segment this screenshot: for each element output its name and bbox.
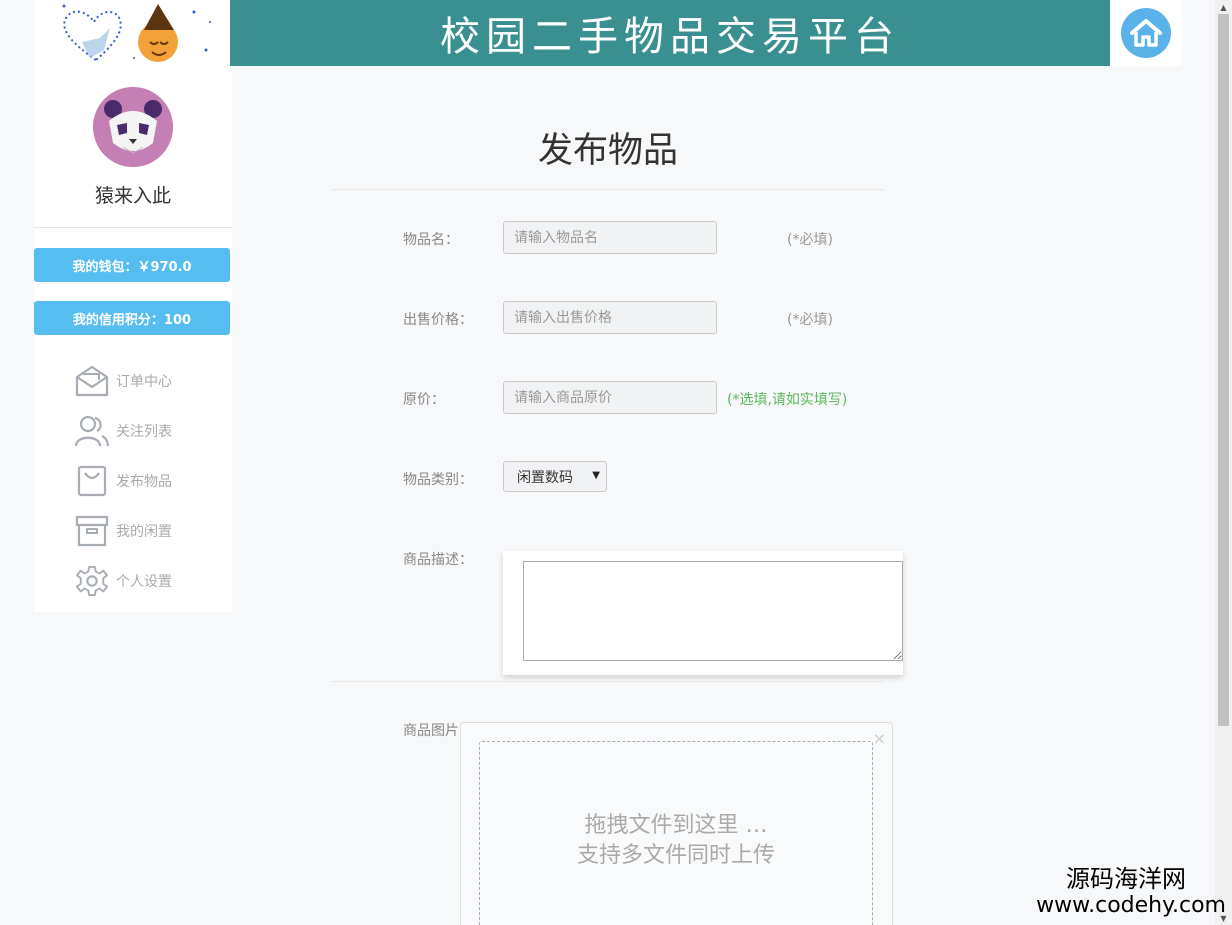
original-price-input[interactable] — [503, 381, 717, 414]
sale-price-input[interactable] — [503, 301, 717, 334]
original-price-label: 原价： — [403, 392, 445, 408]
category-label: 物品类别： — [403, 472, 473, 488]
close-icon[interactable]: × — [873, 729, 886, 748]
original-price-optional-note: (*选填,请如实填写) — [727, 392, 848, 408]
home-area — [1110, 0, 1182, 66]
watermark: 源码海洋网 www.codehy.com — [1036, 865, 1226, 919]
vertical-scrollbar[interactable]: ▲ ▼ — [1215, 0, 1232, 925]
users-icon — [74, 413, 110, 449]
section-divider — [332, 681, 884, 682]
title-divider — [332, 189, 884, 190]
file-drop-zone[interactable]: 拖拽文件到这里 … 支持多文件同时上传 — [479, 741, 873, 925]
envelope-icon — [74, 363, 110, 399]
sidebar-item-label: 个人设置 — [116, 574, 172, 590]
sidebar-item-follow-list[interactable]: 关注列表 — [74, 406, 224, 456]
sidebar-item-label: 我的闲置 — [116, 524, 172, 540]
caret-down-icon: ▼ — [592, 470, 600, 481]
sidebar-menu: 订单中心 关注列表 发布物品 我的闲置 个人设置 — [74, 356, 224, 606]
sale-price-required-note: (*必填) — [787, 312, 833, 328]
shopping-bag-icon — [74, 463, 110, 499]
description-label: 商品描述： — [403, 552, 473, 568]
watermark-name: 源码海洋网 — [1066, 865, 1186, 893]
description-card — [503, 551, 903, 675]
home-icon — [1130, 19, 1162, 47]
sidebar-item-label: 发布物品 — [116, 474, 172, 490]
item-name-input[interactable] — [503, 221, 717, 254]
drop-hint-line1: 拖拽文件到这里 … — [584, 813, 768, 838]
logo — [34, 0, 230, 66]
sidebar-item-settings[interactable]: 个人设置 — [74, 556, 224, 606]
panda-avatar-icon — [93, 87, 173, 167]
drop-hint-line2: 支持多文件同时上传 — [576, 843, 775, 868]
gear-icon — [74, 563, 110, 599]
username: 猿来入此 — [94, 185, 171, 207]
scroll-up-arrow-icon[interactable]: ▲ — [1215, 0, 1232, 14]
archive-box-icon — [74, 513, 110, 549]
site-title: 校园二手物品交易平台 — [440, 14, 900, 60]
item-name-label: 物品名： — [403, 232, 459, 248]
image-upload-box: × 拖拽文件到这里 … 支持多文件同时上传 — [460, 722, 893, 925]
description-textarea[interactable] — [523, 561, 903, 661]
avatar[interactable] — [93, 87, 173, 167]
profile-card: 猿来入此 — [34, 66, 232, 228]
logo-illustration-icon — [62, 4, 211, 62]
sidebar: 猿来入此 我的钱包：￥970.0 我的信用积分：100 订单中心 关注列表 发布… — [34, 66, 232, 612]
sale-price-label: 出售价格： — [403, 312, 473, 328]
scroll-thumb[interactable] — [1218, 14, 1229, 726]
sidebar-item-label: 关注列表 — [116, 424, 172, 440]
sidebar-item-my-idle[interactable]: 我的闲置 — [74, 506, 224, 556]
category-select[interactable]: 闲置数码 ▼ — [503, 461, 607, 492]
wallet-button[interactable]: 我的钱包：￥970.0 — [34, 248, 230, 282]
sidebar-item-label: 订单中心 — [116, 374, 172, 390]
category-selected-value: 闲置数码 — [517, 469, 573, 486]
credit-score-button[interactable]: 我的信用积分：100 — [34, 301, 230, 335]
home-button[interactable] — [1121, 8, 1171, 58]
sidebar-item-orders[interactable]: 订单中心 — [74, 356, 224, 406]
item-name-required-note: (*必填) — [787, 232, 833, 248]
sidebar-item-publish[interactable]: 发布物品 — [74, 456, 224, 506]
watermark-url: www.codehy.com — [1036, 893, 1226, 918]
header-banner: 校园二手物品交易平台 — [34, 0, 1182, 66]
page-title: 发布物品 — [537, 131, 678, 171]
